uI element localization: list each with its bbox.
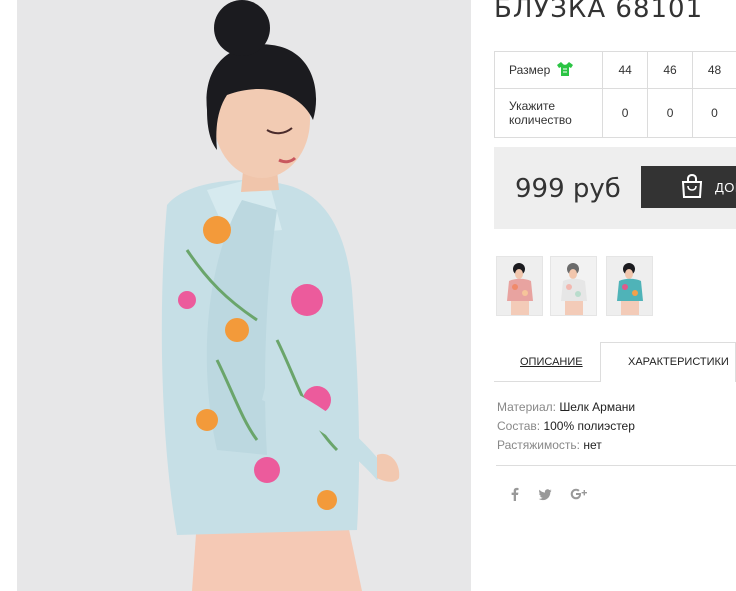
product-price: 999 руб <box>515 174 621 204</box>
spec-key: Состав: <box>497 419 541 433</box>
google-plus-icon[interactable] <box>570 486 588 507</box>
tab-divider <box>494 381 600 382</box>
spec-key: Материал: <box>497 400 556 414</box>
add-to-cart-button[interactable]: ДОБ <box>641 166 736 208</box>
product-title: БЛУЗКА 68101 <box>494 0 704 24</box>
quantity-input-48[interactable]: 0 <box>691 88 736 138</box>
t-shirt-icon[interactable] <box>556 61 574 80</box>
twitter-icon[interactable] <box>538 488 552 506</box>
thumbnail-1[interactable] <box>496 256 543 316</box>
model-blouse-illustration <box>17 0 471 591</box>
spec-value: Шелк Армани <box>559 400 636 414</box>
size-label-cell: Размер <box>493 51 604 89</box>
product-tabs: ОПИСАНИЕ ХАРАКТЕРИСТИКИ <box>494 342 736 382</box>
thumbnail-3[interactable] <box>606 256 653 316</box>
quantity-label-line1: Укажите <box>509 99 556 113</box>
quantity-input-44[interactable]: 0 <box>602 88 649 138</box>
quantity-label-line2: количество <box>509 113 572 127</box>
size-label: Размер <box>509 63 551 77</box>
product-specs: Материал: Шелк Армани Состав: 100% полиэ… <box>497 398 635 455</box>
tab-description[interactable]: ОПИСАНИЕ <box>520 356 583 368</box>
quantity-input-46[interactable]: 0 <box>647 88 693 138</box>
size-quantity-table: Размер 44 46 48 Укажите количество 0 0 0 <box>493 51 736 138</box>
product-main-photo[interactable] <box>17 0 471 591</box>
section-divider <box>496 465 736 466</box>
size-option-48[interactable]: 48 <box>691 51 736 89</box>
spec-value: нет <box>583 438 602 452</box>
size-option-44[interactable]: 44 <box>602 51 649 89</box>
size-option-46[interactable]: 46 <box>647 51 693 89</box>
thumbnail-2[interactable] <box>550 256 597 316</box>
tab-characteristics[interactable]: ХАРАКТЕРИСТИКИ <box>600 342 736 382</box>
add-to-cart-label: ДОБ <box>715 179 736 195</box>
shopping-bag-icon <box>679 173 705 202</box>
facebook-icon[interactable] <box>510 487 520 506</box>
spec-row: Растяжимость: нет <box>497 436 635 455</box>
spec-row: Состав: 100% полиэстер <box>497 417 635 436</box>
spec-value: 100% полиэстер <box>543 419 635 433</box>
spec-row: Материал: Шелк Армани <box>497 398 635 417</box>
social-share <box>510 486 588 507</box>
price-panel: 999 руб ДОБ <box>494 147 736 229</box>
spec-key: Растяжимость: <box>497 438 581 452</box>
quantity-label-cell: Укажите количество <box>493 88 604 138</box>
